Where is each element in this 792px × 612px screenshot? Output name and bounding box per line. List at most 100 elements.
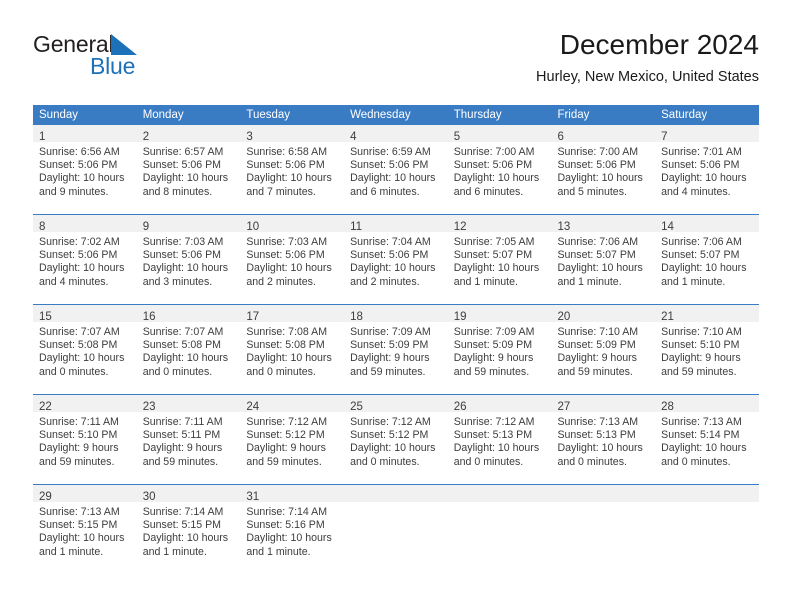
- sunset-text: Sunset: 5:12 PM: [350, 429, 429, 442]
- day-number: 7: [661, 131, 668, 143]
- daylight-text-line1: Daylight: 10 hours: [453, 262, 540, 275]
- calendar-day-cell[interactable]: 22 Sunrise: 7:11 AM Sunset: 5:10 PM Dayligh…: [33, 394, 137, 485]
- calendar-day-cell[interactable]: 23 Sunrise: 7:11 AM Sunset: 5:11 PM Dayligh…: [136, 394, 241, 485]
- sunset-text: Sunset: 5:06 PM: [661, 159, 740, 172]
- daylight-text-line2: and 0 minutes.: [661, 455, 731, 468]
- day-number: 22: [39, 401, 52, 413]
- weekday-header-friday: Friday: [551, 105, 656, 125]
- day-number-band: 18: [344, 305, 448, 323]
- calendar-day-cell[interactable]: 24 Sunrise: 7:12 AM Sunset: 5:12 PM Dayligh…: [240, 394, 345, 485]
- day-cell-details: Sunrise: 7:12 AM Sunset: 5:13 PM Daylight:…: [448, 412, 552, 469]
- calendar-day-cell[interactable]: 14 Sunrise: 7:06 AM Sunset: 5:07 PM Dayligh…: [655, 214, 759, 305]
- day-cell-details: Sunrise: 7:05 AM Sunset: 5:07 PM Daylight:…: [448, 232, 552, 289]
- day-number-band: 3: [240, 125, 345, 143]
- day-cell-details: Sunrise: 7:12 AM Sunset: 5:12 PM Daylight:…: [344, 412, 448, 469]
- calendar-day-cell[interactable]: 10 Sunrise: 7:03 AM Sunset: 5:06 PM Dayligh…: [240, 214, 345, 305]
- daylight-text-line2: and 6 minutes.: [453, 185, 524, 198]
- calendar-day-cell[interactable]: 19 Sunrise: 7:09 AM Sunset: 5:09 PM Dayligh…: [447, 304, 552, 395]
- calendar-day-cell[interactable]: 30 Sunrise: 7:14 AM Sunset: 5:15 PM Dayligh…: [136, 484, 241, 574]
- day-number-band: 31: [240, 485, 345, 503]
- sunrise-text: Sunrise: 7:12 AM: [453, 416, 535, 428]
- day-cell-details: Sunrise: 7:13 AM Sunset: 5:14 PM Daylight:…: [655, 412, 759, 469]
- page-title: December 2024: [559, 29, 759, 60]
- calendar-day-cell[interactable]: 2 Sunrise: 6:57 AM Sunset: 5:06 PM Daylight…: [136, 125, 241, 215]
- day-cell-details: Sunrise: 7:02 AM Sunset: 5:06 PM Daylight:…: [33, 232, 137, 289]
- sunset-text: Sunset: 5:06 PM: [142, 159, 222, 172]
- day-cell-inner: 31 Sunrise: 7:14 AM Sunset: 5:16 PM Dayligh…: [240, 485, 345, 574]
- sunrise-text: Sunrise: 7:12 AM: [350, 416, 431, 428]
- calendar-day-cell[interactable]: 29 Sunrise: 7:13 AM Sunset: 5:15 PM Dayligh…: [33, 484, 137, 574]
- calendar-day-cell[interactable]: 15 Sunrise: 7:07 AM Sunset: 5:08 PM Dayligh…: [33, 304, 137, 395]
- calendar-day-cell[interactable]: 27 Sunrise: 7:13 AM Sunset: 5:13 PM Dayligh…: [551, 394, 656, 485]
- day-cell-details: Sunrise: 7:09 AM Sunset: 5:09 PM Daylight:…: [448, 322, 552, 379]
- daylight-text-line2: and 6 minutes.: [350, 185, 420, 198]
- calendar-day-cell[interactable]: 13 Sunrise: 7:06 AM Sunset: 5:07 PM Dayligh…: [551, 214, 656, 305]
- calendar-day-cell[interactable]: 26 Sunrise: 7:12 AM Sunset: 5:13 PM Dayligh…: [447, 394, 552, 485]
- day-number: 21: [661, 311, 674, 323]
- daylight-text-line1: Daylight: 9 hours: [39, 442, 119, 455]
- logo-triangle-icon: [111, 34, 137, 55]
- daylight-text-line2: and 59 minutes.: [453, 365, 530, 378]
- daylight-text-line1: Daylight: 10 hours: [39, 262, 125, 275]
- calendar-week-row: 8 Sunrise: 7:02 AM Sunset: 5:06 PM Daylight…: [33, 214, 759, 305]
- daylight-text-line2: and 1 minute.: [142, 545, 207, 558]
- sunset-text: Sunset: 5:08 PM: [39, 339, 118, 352]
- daylight-text-line2: and 8 minutes.: [142, 185, 213, 198]
- day-cell-details: [448, 502, 552, 506]
- calendar-day-cell[interactable]: 16 Sunrise: 7:07 AM Sunset: 5:08 PM Dayligh…: [136, 304, 241, 395]
- daylight-text-line2: and 3 minutes.: [142, 275, 213, 288]
- daylight-text-line2: and 0 minutes.: [39, 365, 109, 378]
- sunrise-text: Sunrise: 7:10 AM: [661, 326, 742, 338]
- daylight-text-line2: and 4 minutes.: [39, 275, 109, 288]
- weekday-header-row: Sunday Monday Tuesday Wednesday Thursday…: [33, 105, 759, 125]
- sunrise-text: Sunrise: 7:04 AM: [350, 236, 431, 248]
- calendar-day-cell[interactable]: 1 Sunrise: 6:56 AM Sunset: 5:06 PM Daylight…: [33, 125, 137, 215]
- calendar-day-cell[interactable]: 3 Sunrise: 6:58 AM Sunset: 5:06 PM Daylight…: [240, 125, 345, 215]
- sunrise-text: Sunrise: 7:14 AM: [142, 506, 224, 518]
- daylight-text-line1: Daylight: 10 hours: [661, 172, 747, 185]
- day-cell-inner: 6 Sunrise: 7:00 AM Sunset: 5:06 PM Daylight…: [551, 125, 656, 214]
- day-number: 10: [246, 221, 260, 233]
- calendar-week-row: 29 Sunrise: 7:13 AM Sunset: 5:15 PM Dayligh…: [33, 484, 759, 574]
- sunrise-text: Sunrise: 7:09 AM: [453, 326, 535, 338]
- calendar-day-cell-empty: [655, 484, 759, 574]
- sunset-text: Sunset: 5:09 PM: [453, 339, 533, 352]
- day-number: 14: [661, 221, 674, 233]
- day-cell-inner: 20 Sunrise: 7:10 AM Sunset: 5:09 PM Dayligh…: [551, 305, 656, 394]
- day-number: 5: [453, 131, 461, 143]
- calendar-day-cell[interactable]: 7 Sunrise: 7:01 AM Sunset: 5:06 PM Daylight…: [655, 125, 759, 215]
- calendar-day-cell[interactable]: 18 Sunrise: 7:09 AM Sunset: 5:09 PM Dayligh…: [344, 304, 448, 395]
- day-number: 29: [39, 491, 52, 503]
- day-number-band: 30: [136, 485, 241, 503]
- day-number: 24: [246, 401, 260, 413]
- calendar-day-cell[interactable]: 28 Sunrise: 7:13 AM Sunset: 5:14 PM Dayligh…: [655, 394, 759, 485]
- calendar-day-cell[interactable]: 9 Sunrise: 7:03 AM Sunset: 5:06 PM Daylight…: [136, 214, 241, 305]
- calendar-day-cell[interactable]: 17 Sunrise: 7:08 AM Sunset: 5:08 PM Dayligh…: [240, 304, 345, 395]
- calendar-day-cell[interactable]: 21 Sunrise: 7:10 AM Sunset: 5:10 PM Dayligh…: [655, 304, 759, 395]
- day-number-band: 5: [447, 125, 552, 143]
- day-number-band: 7: [655, 125, 759, 143]
- sunset-text: Sunset: 5:07 PM: [453, 249, 533, 262]
- calendar-day-cell[interactable]: 5 Sunrise: 7:00 AM Sunset: 5:06 PM Daylight…: [447, 125, 552, 215]
- sunrise-text: Sunrise: 6:58 AM: [246, 146, 328, 158]
- calendar-day-cell[interactable]: 6 Sunrise: 7:00 AM Sunset: 5:06 PM Daylight…: [551, 125, 656, 215]
- sunrise-text: Sunrise: 7:06 AM: [661, 236, 742, 248]
- day-cell-details: Sunrise: 7:01 AM Sunset: 5:06 PM Daylight:…: [655, 142, 759, 199]
- calendar-day-cell[interactable]: 4 Sunrise: 6:59 AM Sunset: 5:06 PM Daylight…: [344, 125, 448, 215]
- calendar-week-row: 1 Sunrise: 6:56 AM Sunset: 5:06 PM Daylight…: [33, 125, 759, 215]
- day-number: 30: [142, 491, 156, 503]
- daylight-text-line2: and 2 minutes.: [350, 275, 420, 288]
- daylight-text-line1: Daylight: 9 hours: [142, 442, 223, 455]
- sunrise-text: Sunrise: 7:00 AM: [453, 146, 535, 158]
- sunrise-text: Sunrise: 7:02 AM: [39, 236, 120, 248]
- day-number: 26: [453, 401, 467, 413]
- calendar-day-cell[interactable]: 8 Sunrise: 7:02 AM Sunset: 5:06 PM Daylight…: [33, 214, 137, 305]
- calendar-day-cell[interactable]: 12 Sunrise: 7:05 AM Sunset: 5:07 PM Dayligh…: [447, 214, 552, 305]
- calendar-day-cell[interactable]: 31 Sunrise: 7:14 AM Sunset: 5:16 PM Dayligh…: [240, 484, 345, 574]
- calendar-day-cell[interactable]: 20 Sunrise: 7:10 AM Sunset: 5:09 PM Dayligh…: [551, 304, 656, 395]
- calendar-day-cell[interactable]: 11 Sunrise: 7:04 AM Sunset: 5:06 PM Dayligh…: [344, 214, 448, 305]
- day-cell-inner: 15 Sunrise: 7:07 AM Sunset: 5:08 PM Dayligh…: [33, 305, 137, 394]
- sunrise-text: Sunrise: 7:07 AM: [39, 326, 120, 338]
- calendar-day-cell[interactable]: 25 Sunrise: 7:12 AM Sunset: 5:12 PM Dayligh…: [344, 394, 448, 485]
- day-cell-inner: 18 Sunrise: 7:09 AM Sunset: 5:09 PM Dayligh…: [344, 305, 448, 394]
